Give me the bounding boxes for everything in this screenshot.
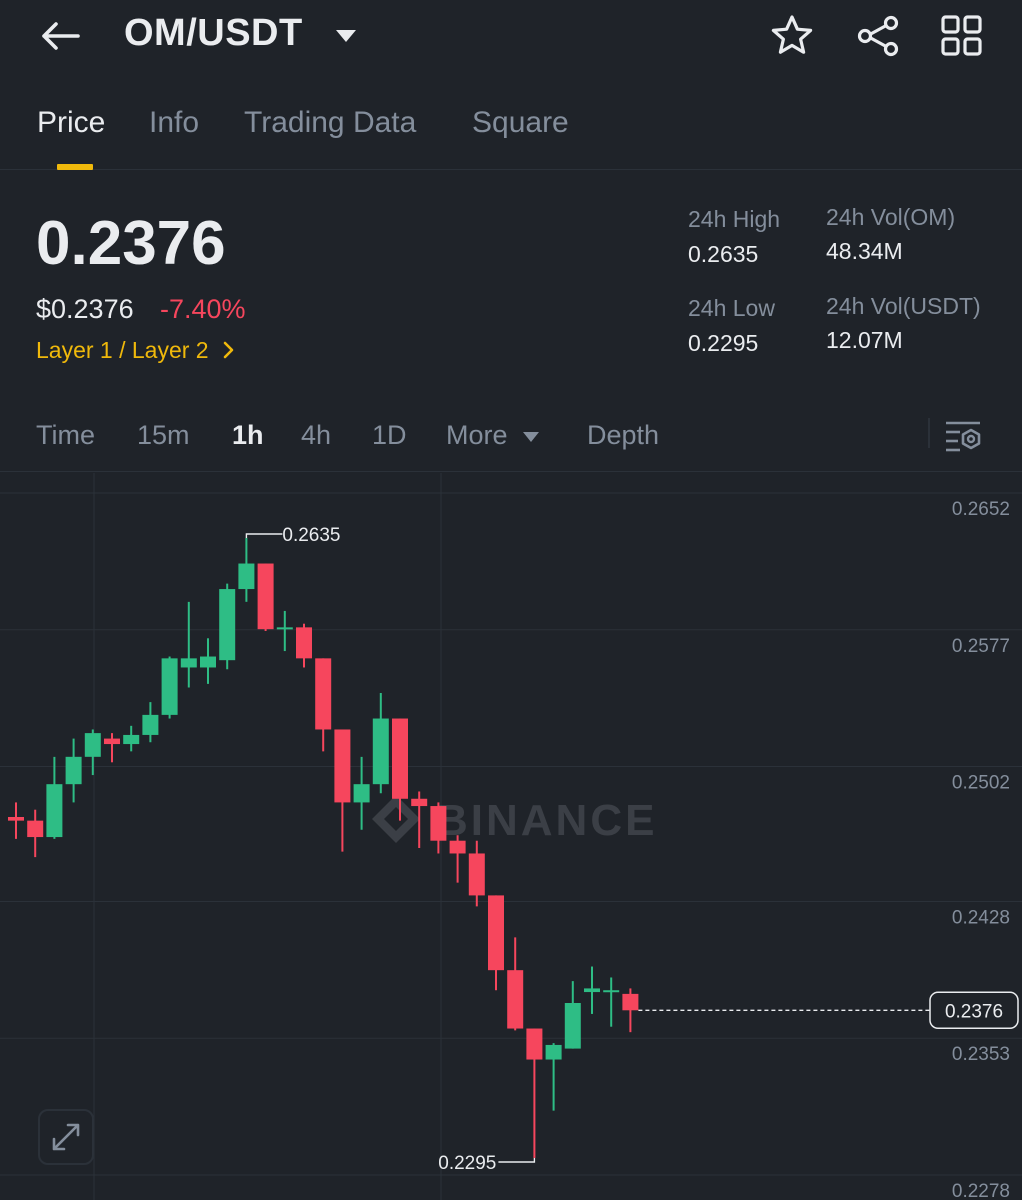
candle-body	[84, 733, 101, 757]
high-marker-label: 0.2635	[282, 525, 340, 546]
tab-price[interactable]: Price	[37, 106, 105, 140]
candle-body	[468, 853, 485, 896]
y-tick-label: 0.2278	[952, 1181, 1010, 1200]
high-24h-label: 24h High	[688, 206, 781, 232]
tab-info[interactable]: Info	[149, 106, 199, 140]
candle-body	[180, 658, 197, 668]
star-icon[interactable]	[768, 12, 816, 60]
share-icon[interactable]	[854, 12, 902, 60]
candle-body	[257, 563, 274, 630]
interval-1d[interactable]: 1D	[372, 420, 407, 451]
arrow-left-icon	[42, 22, 80, 50]
caret-down-icon[interactable]	[522, 430, 540, 442]
y-tick-label: 0.2353	[952, 1044, 1010, 1065]
tab-trading-data[interactable]: Trading Data	[244, 106, 416, 140]
candle-body	[603, 990, 620, 993]
candle-body	[65, 756, 82, 785]
candlestick-chart[interactable]: BINANCE 0.2635 0.2295 0.2376 0.2652 0.2577 0…	[0, 473, 1022, 1200]
depth-tab[interactable]: Depth	[587, 420, 659, 451]
vol-usdt-value: 12.07M	[826, 327, 903, 353]
usd-price: $0.2376	[36, 294, 134, 324]
interval-15m[interactable]: 15m	[137, 420, 190, 451]
candle-body	[353, 784, 370, 803]
candle-body	[564, 1003, 581, 1049]
vol-om-value: 48.34M	[826, 238, 903, 264]
pair-title[interactable]: OM/USDT	[124, 12, 303, 55]
interval-bar: Time 15m 1h 4h 1D More Depth	[0, 410, 1022, 472]
candle-body	[392, 718, 408, 799]
low-24h-value: 0.2295	[688, 330, 759, 356]
watermark-text: BINANCE	[436, 796, 657, 845]
y-tick-label: 0.2502	[952, 773, 1010, 794]
current-price-label: 0.2376	[945, 1001, 1003, 1022]
candle-body	[142, 714, 159, 735]
candle-body	[123, 734, 140, 745]
candle-body	[411, 798, 428, 807]
divider	[928, 418, 930, 448]
back-button[interactable]	[36, 14, 84, 58]
chart-settings-icon[interactable]	[944, 418, 984, 454]
candle-body	[584, 988, 600, 993]
tab-bar: Price Info Trading Data Square	[0, 100, 1022, 170]
active-tab-indicator	[57, 164, 93, 170]
interval-more[interactable]: More	[446, 420, 508, 451]
candle-body	[161, 658, 178, 715]
candle-body	[104, 738, 120, 745]
y-tick-label: 0.2577	[952, 636, 1010, 657]
high-24h-value: 0.2635	[688, 241, 759, 267]
high-marker-line	[245, 533, 283, 538]
candle-body	[315, 658, 332, 730]
low-marker-line	[498, 1158, 536, 1163]
chart-canvas: BINANCE 0.2635 0.2295 0.2376 0.2652 0.2577 0…	[0, 473, 1022, 1200]
interval-4h[interactable]: 4h	[301, 420, 331, 451]
candle-body	[296, 627, 312, 659]
candle-body	[8, 817, 24, 821]
tab-square[interactable]: Square	[472, 106, 569, 140]
low-24h-label: 24h Low	[688, 295, 775, 321]
expand-icon	[52, 1123, 80, 1151]
sector-link[interactable]: Layer 1 / Layer 2	[36, 337, 237, 364]
candle-body	[545, 1044, 562, 1060]
candle-body	[430, 806, 447, 841]
candle-body	[27, 820, 44, 838]
candle-body	[488, 895, 504, 971]
y-tick-label: 0.2652	[952, 499, 1010, 520]
candle-body	[526, 1028, 543, 1060]
candle-body	[372, 718, 389, 785]
candle-body	[507, 970, 524, 1029]
candle-body	[200, 656, 216, 668]
price-change-percent: -7.40%	[160, 294, 246, 324]
candle-body	[219, 589, 236, 661]
market-detail-screen: OM/USDT Price Info Trading Data Square 0…	[0, 0, 1022, 1200]
low-marker-label: 0.2295	[438, 1153, 496, 1174]
candle-body	[622, 993, 639, 1011]
caret-down-icon[interactable]	[334, 28, 358, 44]
candle-body	[334, 729, 351, 803]
interval-time[interactable]: Time	[36, 420, 95, 451]
interval-1h[interactable]: 1h	[232, 420, 264, 451]
last-price: 0.2376	[36, 209, 226, 278]
candle-body	[449, 840, 466, 854]
fullscreen-button[interactable]	[38, 1109, 94, 1165]
y-tick-label: 0.2428	[952, 907, 1010, 928]
candle-body	[276, 627, 293, 630]
sector-label: Layer 1 / Layer 2	[36, 337, 209, 363]
candle-body	[238, 563, 255, 590]
header: OM/USDT	[0, 0, 1022, 78]
grid-icon[interactable]	[938, 12, 986, 60]
candle-body	[46, 784, 63, 838]
vol-om-label: 24h Vol(OM)	[826, 204, 956, 230]
vol-usdt-label: 24h Vol(USDT)	[826, 293, 981, 319]
chevron-right-icon	[223, 341, 234, 359]
